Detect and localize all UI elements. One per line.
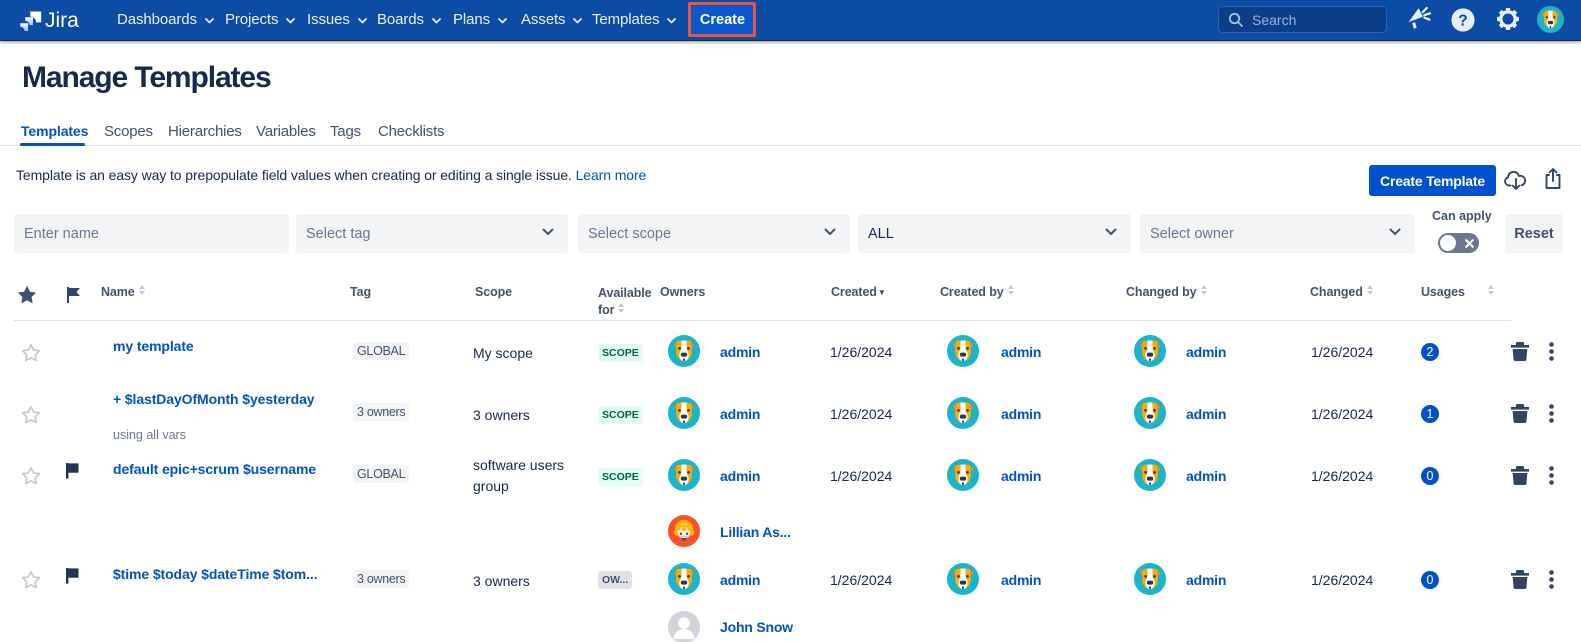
svg-text:?: ? [1458, 13, 1467, 30]
